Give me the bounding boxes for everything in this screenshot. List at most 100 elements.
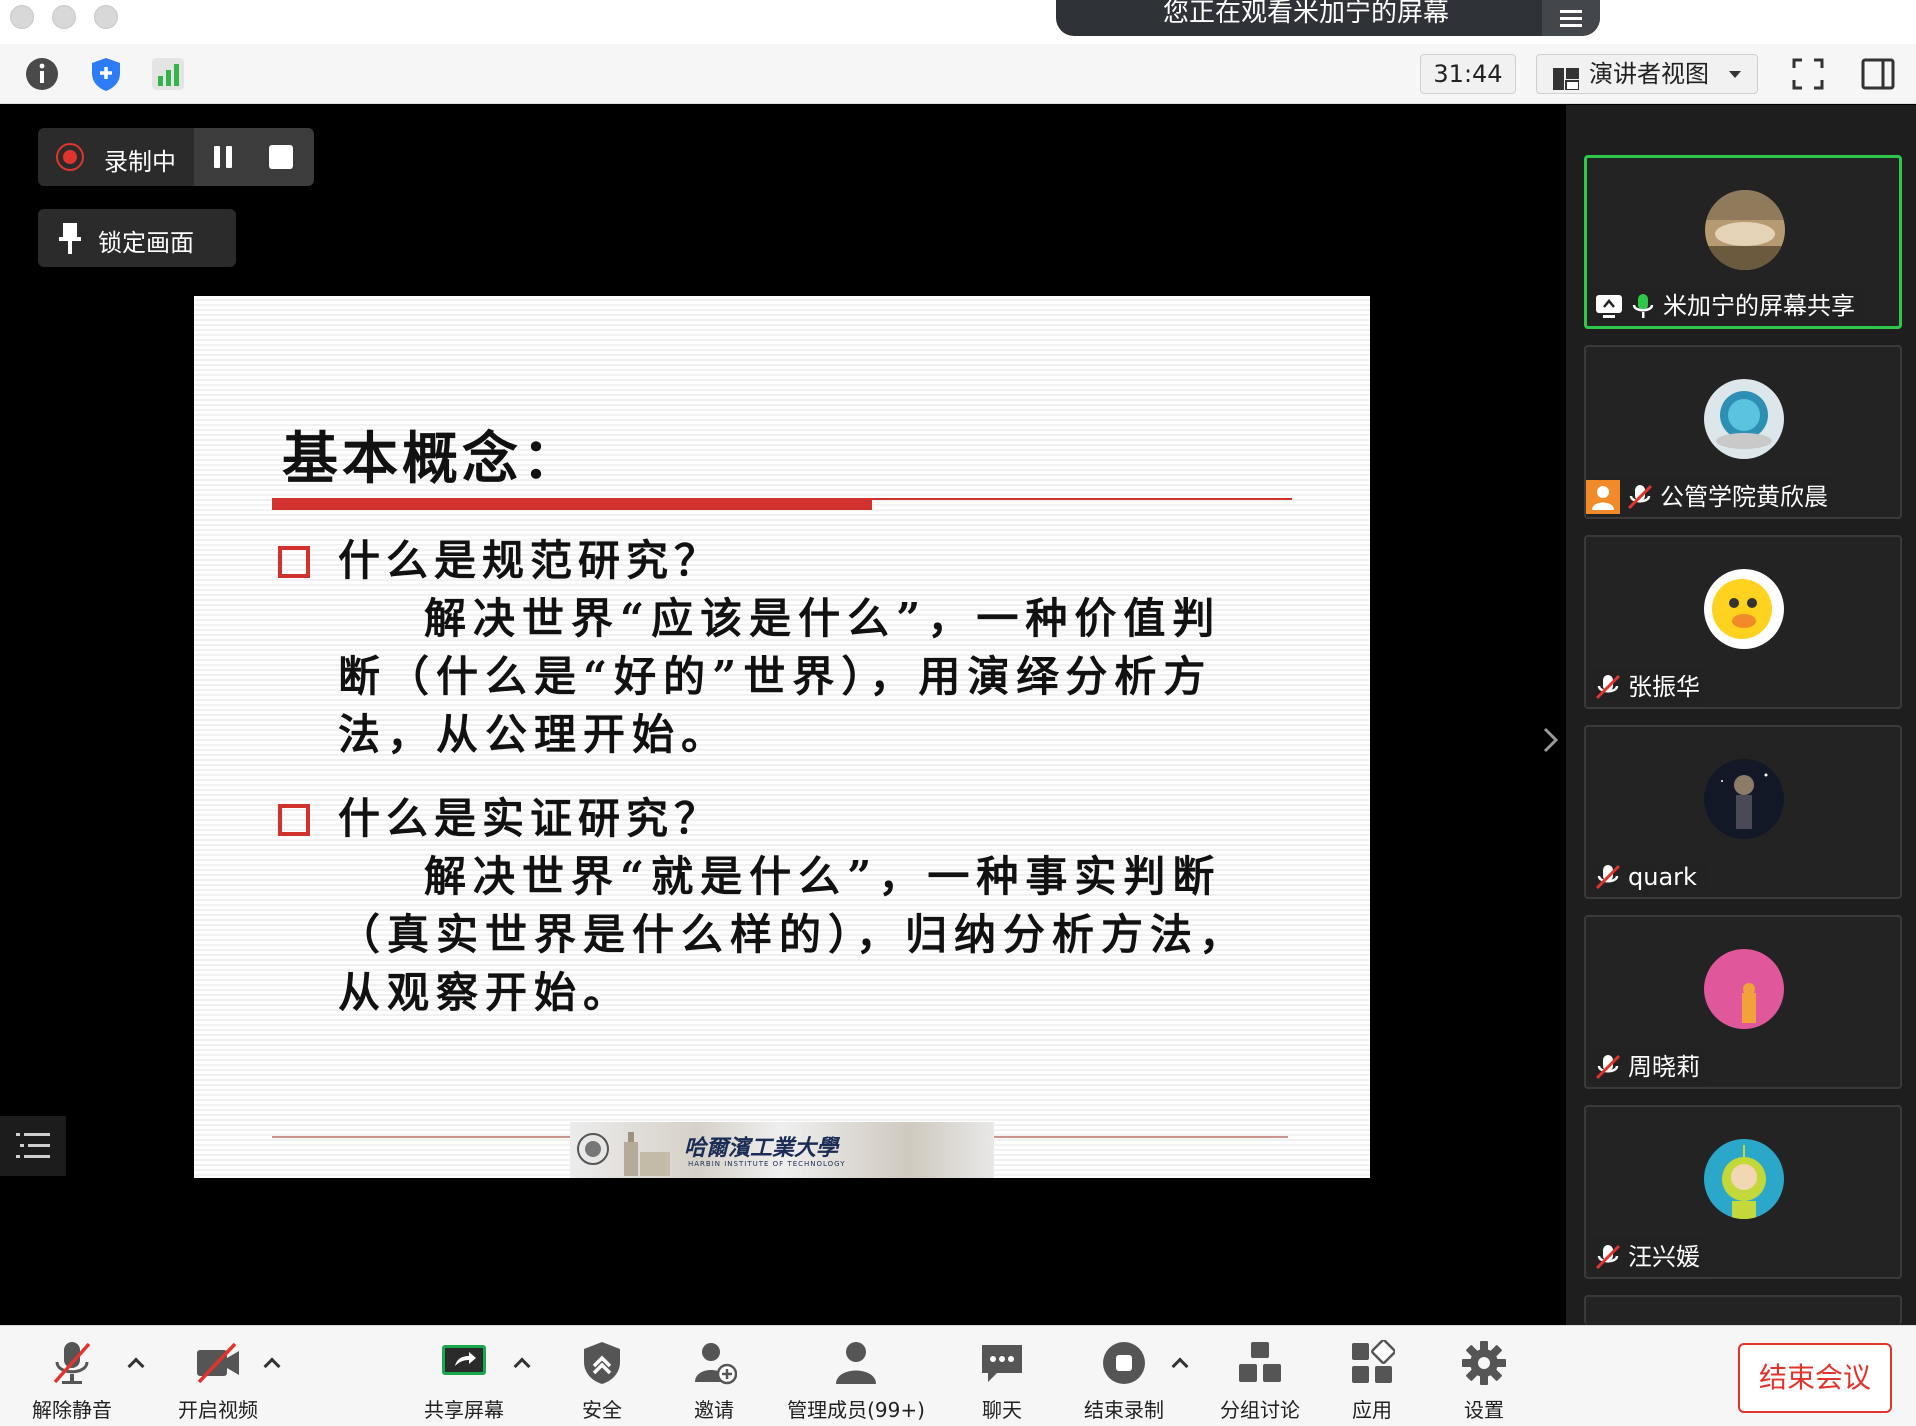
chat-button[interactable]: 聊天 [962, 1340, 1042, 1422]
university-building-icon [614, 1126, 674, 1176]
stop-recording-label: 结束录制 [1084, 1398, 1164, 1422]
participant-avatar [1704, 569, 1784, 649]
start-video-button[interactable]: 开启视频 [168, 1340, 268, 1422]
pin-icon [56, 221, 84, 255]
recording-controls [194, 128, 314, 186]
apps-grid-icon [1349, 1339, 1396, 1386]
microphone-active-icon [1629, 292, 1657, 320]
add-person-icon [691, 1340, 738, 1386]
participant-tile[interactable]: 公管学院黄欣晨 [1584, 345, 1902, 519]
start-video-label: 开启视频 [178, 1398, 258, 1422]
participant-tile[interactable]: 汪兴媛 [1584, 1105, 1902, 1279]
microphone-muted-icon [1594, 673, 1622, 701]
microphone-muted-icon [49, 1340, 95, 1386]
participant-tile-partial[interactable] [1584, 1295, 1902, 1325]
question-normative: 什么是规范研究？ [338, 536, 723, 585]
share-screen-button[interactable]: 共享屏幕 [414, 1340, 514, 1422]
meeting-toolbar: 31:44 演讲者视图 [0, 44, 1916, 104]
microphone-muted-icon [1594, 1243, 1622, 1271]
microphone-muted-icon [1594, 863, 1622, 891]
window-close-button[interactable] [10, 5, 34, 29]
invite-label: 邀请 [694, 1398, 734, 1422]
pause-recording-button[interactable] [208, 142, 238, 172]
breakout-rooms-button[interactable]: 分组讨论 [1210, 1340, 1310, 1422]
participant-tile[interactable]: quark [1584, 725, 1902, 899]
settings-button[interactable]: 设置 [1444, 1340, 1524, 1422]
fullscreen-icon[interactable] [1790, 56, 1826, 92]
participant-name-tag: 公管学院黄欣晨 [1586, 477, 1838, 515]
security-button[interactable]: 安全 [562, 1340, 642, 1422]
university-banner: 哈爾濱工業大學 HARBIN INSTITUTE OF TECHNOLOGY [570, 1122, 994, 1178]
record-options-chevron-icon[interactable] [1171, 1357, 1189, 1375]
participant-name: 米加宁的屏幕共享 [1663, 292, 1855, 320]
security-label: 安全 [582, 1398, 622, 1422]
shared-screen-area: 录制中 锁定画面 基本概念： 什么是规范研究？ 解决世界“应该是什么”，一种价值… [0, 105, 1579, 1325]
share-options-chevron-icon[interactable] [513, 1357, 531, 1375]
breakout-rooms-icon [1237, 1340, 1283, 1386]
settings-label: 设置 [1464, 1398, 1504, 1422]
speaker-view-icon [1553, 63, 1580, 91]
gear-icon [1461, 1340, 1507, 1386]
meeting-info-icon[interactable] [24, 56, 60, 92]
participant-name: 汪兴媛 [1628, 1243, 1700, 1271]
answer-normative-line-2: 断（什么是“好的”世界），用演绎分析方 [338, 652, 1213, 701]
security-shield-icon [579, 1340, 625, 1386]
microphone-muted-icon [1626, 483, 1654, 511]
bullet-square-icon [278, 804, 310, 836]
participant-name-tag: quark [1588, 857, 1707, 895]
network-stats-icon[interactable] [150, 56, 186, 92]
participant-avatar [1704, 759, 1784, 839]
lock-screen-label: 锁定画面 [98, 229, 194, 257]
participant-name: quark [1628, 863, 1697, 891]
side-panel-toggle-icon[interactable] [1860, 56, 1896, 92]
participant-tile[interactable]: 张振华 [1584, 535, 1902, 709]
window-zoom-button[interactable] [94, 5, 118, 29]
presentation-slide: 基本概念： 什么是规范研究？ 解决世界“应该是什么”，一种价值判 断（什么是“好… [194, 296, 1370, 1178]
answer-positive-line-1: 解决世界“就是什么”，一种事实判断 [424, 852, 1222, 901]
unmute-button[interactable]: 解除静音 [22, 1340, 122, 1422]
screen-share-icon [1595, 292, 1623, 320]
banner-menu-button[interactable] [1542, 0, 1600, 36]
chevron-right-icon[interactable] [1540, 725, 1562, 759]
record-dot-icon [56, 143, 84, 171]
viewing-banner: 您正在观看米加宁的屏幕 [1056, 0, 1600, 36]
encryption-shield-icon[interactable] [88, 56, 124, 92]
participant-video-panel: 米加宁的屏幕共享 公管学院黄欣晨 张振华 quark 周晓莉 汪兴媛 [1566, 105, 1916, 1325]
participant-tile[interactable]: 周晓莉 [1584, 915, 1902, 1089]
chat-bubble-icon [979, 1340, 1025, 1386]
chat-label: 聊天 [982, 1398, 1022, 1422]
meeting-timer: 31:44 [1420, 54, 1516, 94]
participant-name-tag: 张振华 [1588, 667, 1710, 705]
participant-name-tag: 周晓莉 [1588, 1047, 1710, 1085]
participant-name-tag: 汪兴媛 [1588, 1237, 1710, 1275]
chevron-down-icon [1729, 71, 1741, 78]
manage-participants-button[interactable]: 管理成员(99+) [786, 1340, 926, 1422]
participant-name-tag: 米加宁的屏幕共享 [1589, 286, 1865, 324]
share-screen-icon [441, 1340, 487, 1386]
participants-icon [833, 1340, 879, 1386]
university-name: 哈爾濱工業大學 [684, 1135, 839, 1161]
participant-name: 张振华 [1628, 673, 1700, 701]
microphone-muted-icon [1594, 1053, 1622, 1081]
view-mode-dropdown[interactable]: 演讲者视图 [1536, 54, 1758, 94]
answer-normative-line-1: 解决世界“应该是什么”，一种价值判 [424, 594, 1222, 643]
stop-recording-main-button[interactable]: 结束录制 [1074, 1340, 1174, 1422]
window-minimize-button[interactable] [52, 5, 76, 29]
end-meeting-button[interactable]: 结束会议 [1738, 1343, 1892, 1413]
apps-button[interactable]: 应用 [1332, 1339, 1412, 1422]
outline-list-button[interactable] [0, 1116, 66, 1176]
lock-screen-button[interactable]: 锁定画面 [38, 209, 236, 267]
university-name-en: HARBIN INSTITUTE OF TECHNOLOGY [688, 1160, 846, 1168]
manage-participants-label: 管理成员(99+) [787, 1398, 925, 1422]
meeting-controls-bar: 解除静音 开启视频 共享屏幕 安全 邀请 管理成员(99+) 聊天 结束录制 分… [0, 1325, 1916, 1426]
title-underline-line [872, 498, 1292, 500]
invite-button[interactable]: 邀请 [674, 1340, 754, 1422]
view-mode-label: 演讲者视图 [1589, 60, 1709, 88]
question-positive: 什么是实证研究？ [338, 794, 723, 843]
participant-tile[interactable]: 米加宁的屏幕共享 [1584, 155, 1902, 329]
stop-recording-button[interactable] [268, 144, 294, 170]
audio-options-chevron-icon[interactable] [127, 1357, 145, 1375]
university-seal-icon [576, 1132, 610, 1166]
slide-title: 基本概念： [282, 426, 582, 492]
answer-positive-line-3: 从观察开始。 [338, 968, 633, 1017]
